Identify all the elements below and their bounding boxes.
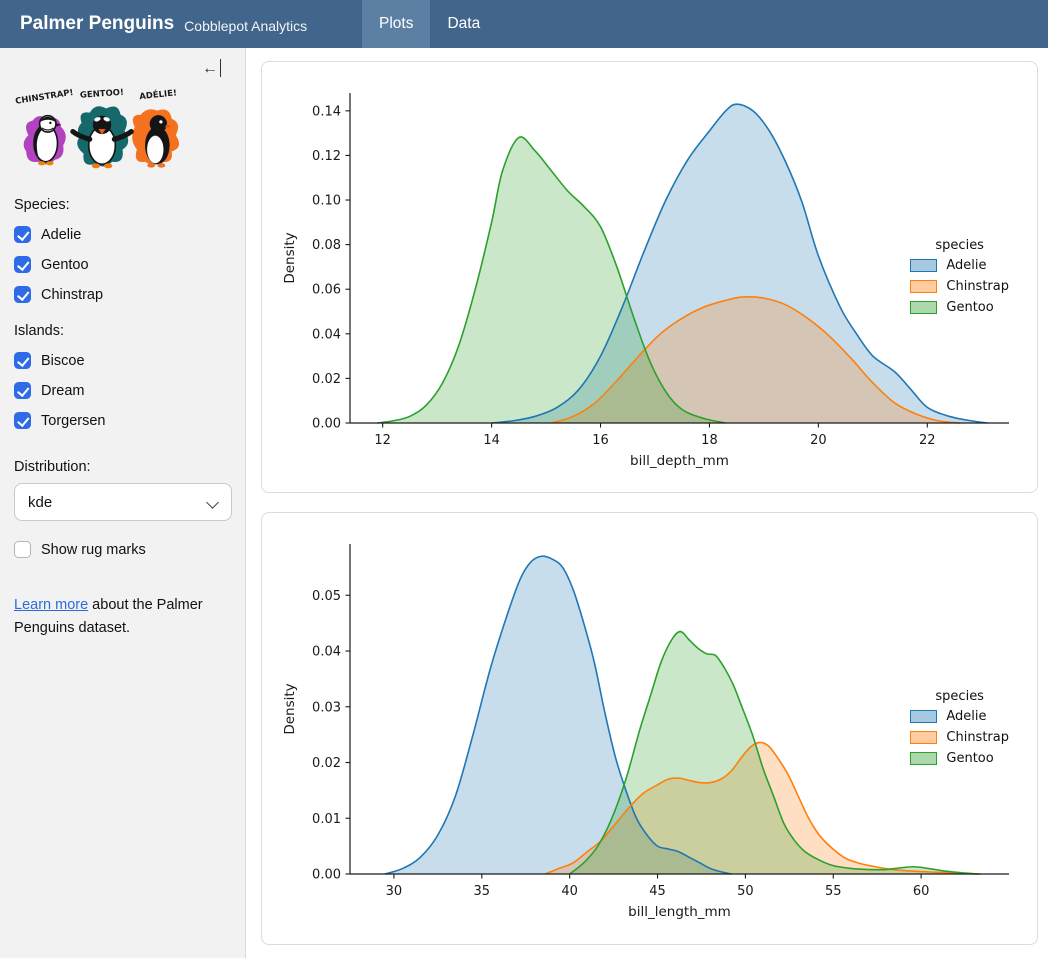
tab-data[interactable]: Data [430,0,497,48]
kde-chart-bill_depth_mm: 12 14 16 18 20 22 0.00 0.02 0.04 0.06 0.08 0.10 0.12… [262,62,1037,492]
checkbox-dream[interactable] [14,382,31,399]
checkbox-torgersen[interactable] [14,412,31,429]
x-tick-label: 20 [810,433,827,448]
chevron-down-icon [207,497,218,508]
kde-chart-bill_length_mm: 30 35 40 45 50 55 60 0.00 0.01 0.02 0.03 0.04 0.05 bi… [262,513,1037,943]
penguins-logo: CHINSTRAP! GENTOO! ADÉLIE! [14,86,231,177]
checkbox-chinstrap-label[interactable]: Chinstrap [41,287,103,303]
species-option-chinstrap: Chinstrap [14,286,231,303]
plot-card-bill-length: speciesAdelieChinstrapGentoo 30354045505… [261,512,1038,945]
app-header: Palmer Penguins Cobblepot Analytics Plot… [0,0,1048,48]
collapse-sidebar-icon[interactable]: ← [202,60,221,77]
y-tick-label: 0.02 [312,756,341,771]
y-tick-label: 0.06 [312,283,341,298]
y-tick-label: 0.00 [312,868,341,883]
x-tick-label: 40 [561,884,578,899]
rug-marks-option: Show rug marks [14,541,231,558]
islands-section-label: Islands: [14,323,231,339]
y-tick-label: 0.12 [312,149,341,164]
nav-tabs: Plots Data [362,0,497,48]
app-subtitle: Cobblepot Analytics [184,15,307,34]
x-tick-label: 16 [592,433,609,448]
dataset-note: Learn more about the Palmer Penguins dat… [14,594,214,640]
species-option-adelie: Adelie [14,226,231,243]
distribution-select[interactable]: kde [14,483,232,521]
y-tick-label: 0.14 [312,104,341,119]
sidebar-collapse-row: ← [14,60,221,82]
checkbox-chinstrap[interactable] [14,286,31,303]
checkbox-dream-label[interactable]: Dream [41,383,85,399]
x-tick-label: 60 [913,884,930,899]
x-axis-label: bill_length_mm [628,904,731,920]
y-tick-label: 0.03 [312,700,341,715]
logo-label-gentoo: GENTOO! [80,88,125,101]
y-tick-label: 0.04 [312,327,341,342]
island-option-dream: Dream [14,382,231,399]
y-tick-label: 0.00 [312,417,341,432]
x-tick-label: 45 [649,884,666,899]
y-tick-label: 0.01 [312,812,341,827]
logo-label-chinstrap: CHINSTRAP! [15,88,75,107]
y-tick-label: 0.04 [312,645,341,660]
tab-plots[interactable]: Plots [362,0,430,48]
x-tick-label: 30 [386,884,403,899]
x-axis-label: bill_depth_mm [630,453,729,469]
y-tick-label: 0.08 [312,238,341,253]
penguins-logo-svg: CHINSTRAP! GENTOO! ADÉLIE! [14,86,186,172]
logo-label-adelie: ADÉLIE! [139,86,178,102]
species-section-label: Species: [14,197,231,213]
distribution-label: Distribution: [14,459,231,475]
distribution-select-value: kde [28,494,207,511]
y-axis-label: Density [282,683,298,734]
x-tick-label: 55 [825,884,842,899]
checkbox-gentoo-label[interactable]: Gentoo [41,257,89,273]
x-tick-label: 14 [483,433,500,448]
sidebar: ← [0,48,246,958]
checkbox-adelie[interactable] [14,226,31,243]
x-tick-label: 18 [701,433,718,448]
x-tick-label: 35 [474,884,491,899]
checkbox-torgersen-label[interactable]: Torgersen [41,413,105,429]
island-option-torgersen: Torgersen [14,412,231,429]
checkbox-biscoe-label[interactable]: Biscoe [41,353,85,369]
checkbox-rug-marks-label[interactable]: Show rug marks [41,542,146,558]
y-tick-label: 0.05 [312,589,341,604]
checkbox-gentoo[interactable] [14,256,31,273]
x-tick-label: 22 [919,433,936,448]
checkbox-adelie-label[interactable]: Adelie [41,227,81,243]
x-tick-label: 12 [374,433,391,448]
checkbox-rug-marks[interactable] [14,541,31,558]
app-title: Palmer Penguins [20,13,174,35]
island-option-biscoe: Biscoe [14,352,231,369]
checkbox-biscoe[interactable] [14,352,31,369]
species-option-gentoo: Gentoo [14,256,231,273]
y-tick-label: 0.02 [312,372,341,387]
learn-more-link[interactable]: Learn more [14,597,88,613]
y-tick-label: 0.10 [312,194,341,209]
plot-card-bill-depth: speciesAdelieChinstrapGentoo 12141618202… [261,61,1038,493]
y-axis-label: Density [282,232,298,283]
x-tick-label: 50 [737,884,754,899]
